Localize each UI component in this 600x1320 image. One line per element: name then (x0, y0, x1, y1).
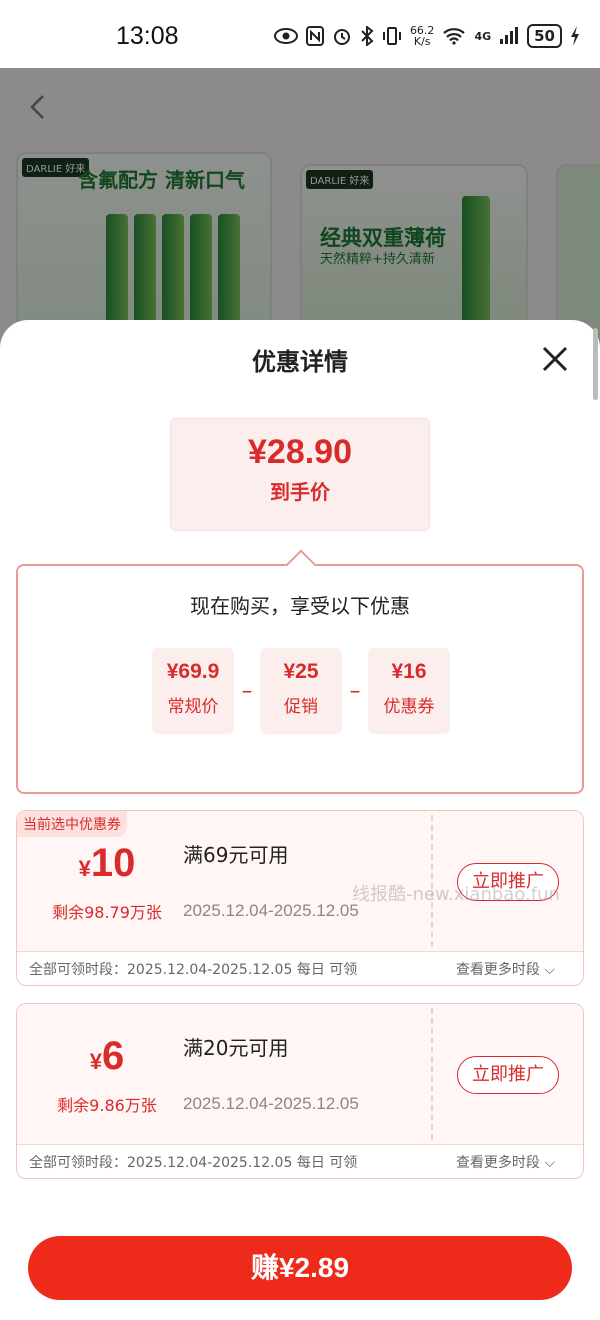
coupon-discount-label: 优惠券 (383, 697, 435, 717)
coupon-condition: 满69元可用 (183, 843, 289, 867)
breakdown-pointer (285, 549, 317, 581)
more-periods-link[interactable]: 查看更多时段 ⌵ (456, 1152, 555, 1172)
bluetooth-icon (361, 26, 374, 46)
final-price-label: 到手价 (270, 480, 330, 504)
coupon-condition: 满20元可用 (183, 1036, 289, 1060)
coupon-remaining: 剩余98.79万张 (52, 903, 162, 922)
promotion-amount: ¥25 (283, 660, 319, 683)
coupon-separator (17, 951, 583, 952)
regular-price-label: 常规价 (167, 697, 219, 717)
final-price-box: ¥28.90 到手价 (170, 418, 430, 531)
coupon-value: 6 (102, 1034, 125, 1078)
coupon-divider (431, 1008, 433, 1140)
earn-commission-button[interactable]: 赚¥2.89 (28, 1236, 572, 1300)
status-icons: 66.2 K/s 4G 50 (273, 24, 580, 48)
status-bar: 13:08 66.2 K/s 4G 50 (0, 0, 600, 68)
regular-price-amount: ¥69.9 (166, 660, 220, 683)
coupon-amount: ¥6 (37, 1034, 177, 1079)
promotion-item: ¥25 促销 (260, 648, 342, 734)
coupon-remaining: 剩余9.86万张 (57, 1096, 157, 1115)
coupon-amount: ¥10 (37, 841, 177, 886)
currency-symbol: ¥ (78, 856, 91, 881)
coupon-card[interactable]: ¥6 剩余9.86万张 满20元可用 2025.12.04-2025.12.05… (16, 1003, 584, 1179)
coupon-discount-amount: ¥16 (391, 660, 427, 683)
coupon-date-range: 2025.12.04-2025.12.05 (183, 1094, 359, 1113)
selected-coupon-tag: 当前选中优惠券 (17, 811, 127, 837)
status-time: 13:08 (116, 22, 179, 50)
coupon-claim-period: 全部可领时段：2025.12.04-2025.12.05 每日 可领 (29, 1155, 358, 1171)
final-price: ¥28.90 (248, 433, 352, 471)
promotion-label: 促销 (284, 697, 318, 717)
minus-sign: – (241, 678, 253, 704)
network-type: 4G (474, 29, 492, 43)
coupon-separator (17, 1144, 583, 1145)
close-icon[interactable] (540, 344, 570, 374)
vibrate-icon (382, 27, 401, 45)
coupon-claim-period: 全部可领时段：2025.12.04-2025.12.05 每日 可领 (29, 962, 358, 978)
sheet-title: 优惠详情 (252, 348, 348, 376)
breakdown-title: 现在购买，享受以下优惠 (190, 594, 410, 618)
breakdown-row: ¥69.9 常规价 – ¥25 促销 – ¥16 优惠券 (152, 648, 450, 734)
coupon-discount-item: ¥16 优惠券 (368, 648, 450, 734)
price-breakdown: 现在购买，享受以下优惠 ¥69.9 常规价 – ¥25 促销 – ¥16 优惠券 (16, 549, 584, 794)
charging-icon (571, 26, 579, 46)
more-periods-link[interactable]: 查看更多时段 ⌵ (456, 959, 555, 979)
discount-details-sheet: 优惠详情 ¥28.90 到手价 现在购买，享受以下优惠 ¥69.9 常规价 – … (0, 320, 600, 1320)
regular-price-item: ¥69.9 常规价 (152, 648, 234, 734)
watermark: 线报酷-new.xianbao.fun (352, 884, 560, 905)
currency-symbol: ¥ (89, 1049, 102, 1074)
eye-icon (273, 28, 298, 44)
alarm-icon (333, 29, 350, 45)
speed-unit: K/s (413, 35, 431, 48)
minus-sign: – (349, 678, 361, 704)
wifi-icon (443, 28, 466, 45)
promote-now-button[interactable]: 立即推广 (457, 1056, 559, 1094)
battery-level: 50 (527, 24, 562, 48)
coupon-date-range: 2025.12.04-2025.12.05 (183, 901, 359, 920)
network-speed: 66.2 K/s (410, 25, 435, 47)
coupon-value: 10 (90, 841, 136, 885)
nfc-icon (305, 26, 324, 46)
signal-icon (500, 27, 519, 44)
